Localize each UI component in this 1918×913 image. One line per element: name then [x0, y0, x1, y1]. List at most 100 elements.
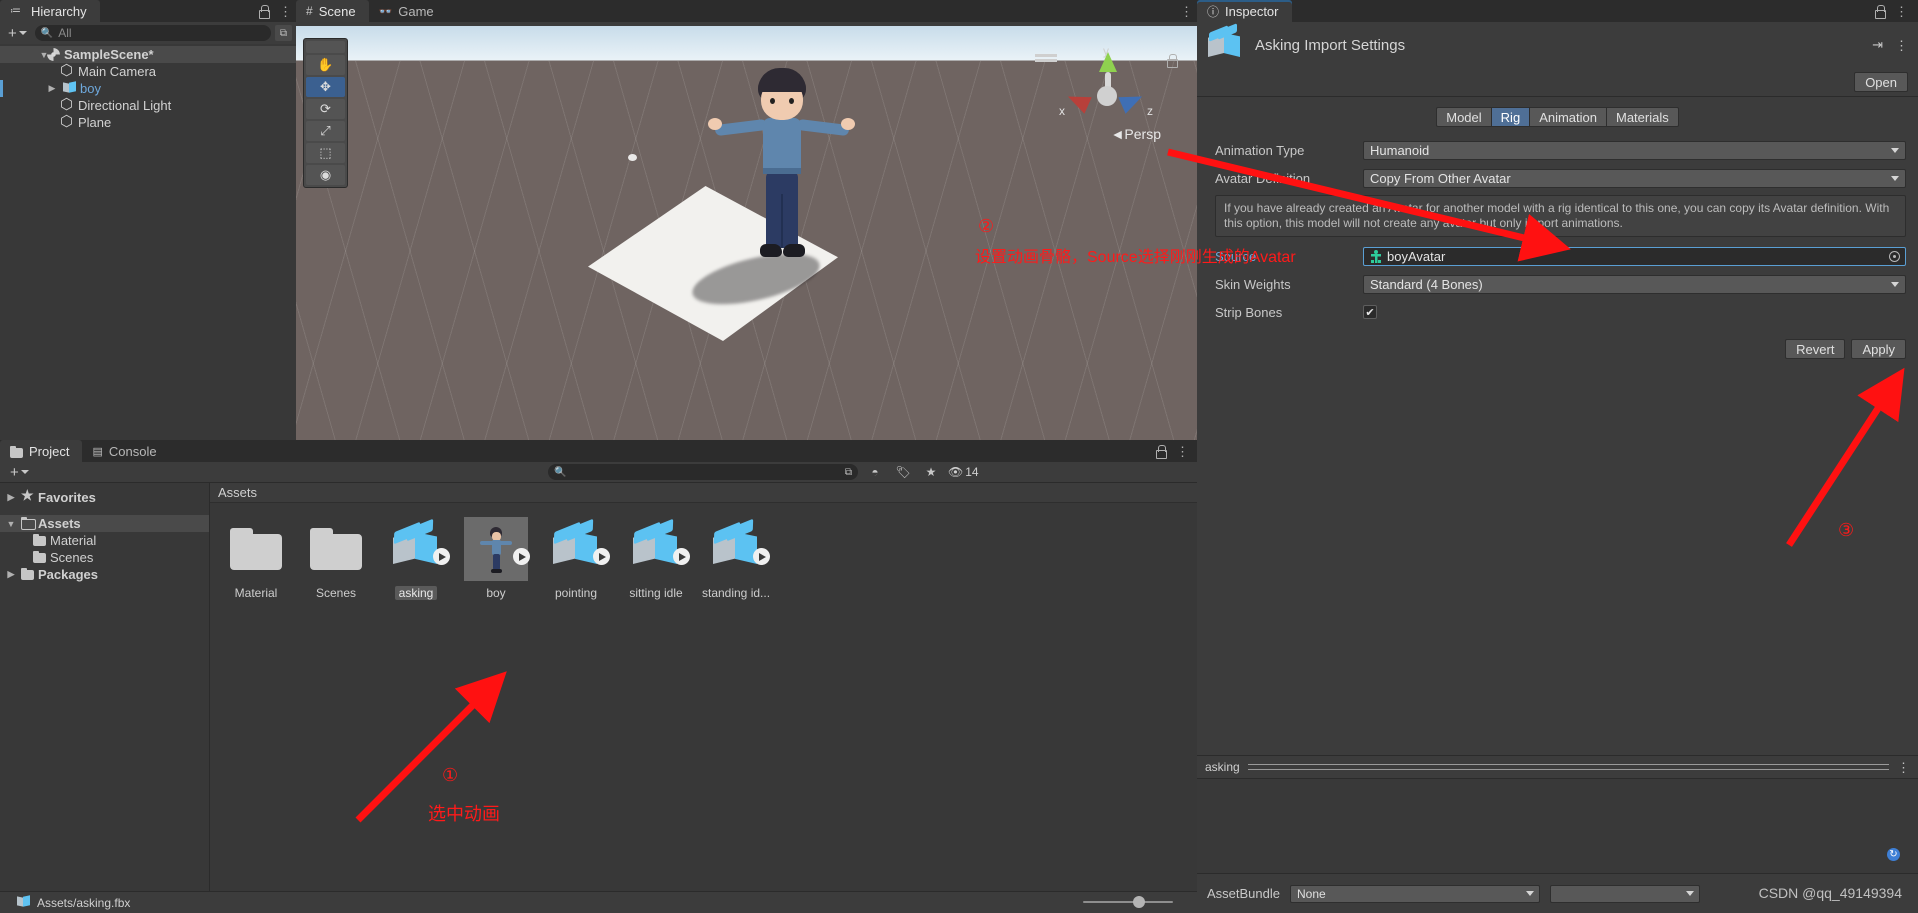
tab-scene[interactable]: # Scene [296, 0, 369, 22]
hierarchy-item-samplescene[interactable]: SampleScene* [0, 46, 296, 63]
preview-drag-handle[interactable] [1247, 764, 1889, 770]
hand-tool-button[interactable]: ✋ [306, 55, 345, 75]
chevron-down-icon[interactable] [5, 519, 17, 529]
notification-badge-icon[interactable]: ↻ [1887, 848, 1900, 861]
chevron-right-icon[interactable] [5, 492, 17, 503]
scene-menu-icon[interactable] [1180, 5, 1193, 18]
character-left-shoe [760, 244, 782, 257]
scale-tool-button[interactable]: ⤢ [306, 121, 345, 141]
project-tree-item-scenes[interactable]: Scenes [0, 549, 209, 566]
preview-asset-name: asking [1205, 760, 1240, 774]
inspector-preview-header: asking [1197, 755, 1918, 779]
hidden-objects-count[interactable]: 👁 14 [948, 465, 979, 479]
apply-button[interactable]: Apply [1851, 339, 1906, 359]
gizmo-z-axis[interactable] [1118, 88, 1146, 114]
hierarchy-item-boy[interactable]: boy [0, 80, 296, 97]
tab-model[interactable]: Model [1436, 107, 1491, 127]
tab-animation[interactable]: Animation [1529, 107, 1606, 127]
scene-persp-label[interactable]: ◄Persp [1111, 126, 1161, 142]
move-tool-button[interactable]: ✥ [306, 77, 345, 97]
hierarchy-item-main-camera[interactable]: Main Camera [0, 61, 296, 80]
lock-icon[interactable] [1874, 5, 1886, 19]
filter-by-label-icon[interactable]: 🏷 [892, 464, 914, 480]
animation-type-dropdown[interactable]: Humanoid [1363, 140, 1906, 160]
lock-icon[interactable] [1155, 445, 1167, 459]
project-search-input[interactable]: 🔍 ⧉ [548, 464, 858, 480]
hierarchy-expand-icon[interactable]: ⧉ [275, 25, 292, 41]
tab-rig[interactable]: Rig [1490, 107, 1530, 127]
gizmo-x-axis[interactable] [1064, 88, 1092, 114]
favorites-star-icon[interactable]: ★ [920, 464, 942, 480]
tab-materials[interactable]: Materials [1606, 107, 1679, 127]
tab-game[interactable]: 👓 Game [369, 0, 447, 22]
inspector-component-menu-icon[interactable] [1895, 39, 1908, 52]
gamepad-icon: 👓 [378, 5, 393, 18]
project-tab-actions [1155, 440, 1189, 462]
lock-icon[interactable] [258, 5, 270, 19]
asset-size-slider[interactable] [1083, 896, 1173, 908]
rotate-tool-button[interactable]: ⟳ [306, 99, 345, 119]
chevron-right-icon[interactable] [46, 83, 58, 94]
asset-item-asking[interactable]: asking [384, 517, 450, 600]
project-search-expand-icon[interactable]: ⧉ [840, 464, 857, 480]
play-preview-icon[interactable] [673, 548, 690, 565]
skin-weights-dropdown[interactable]: Standard (4 Bones) [1363, 274, 1906, 294]
tab-inspector[interactable]: ⓘ Inspector [1197, 0, 1292, 22]
annotation-label-1: 选中动画 [428, 804, 500, 824]
scene-overlay-lock-icon[interactable] [1166, 54, 1178, 69]
project-tree-item-packages[interactable]: Packages [0, 566, 209, 583]
open-button[interactable]: Open [1854, 72, 1908, 92]
cube-icon [60, 95, 75, 113]
inspector-preview-area[interactable] [1197, 779, 1918, 873]
gizmo-center[interactable] [1097, 86, 1117, 106]
hierarchy-item-plane[interactable]: Plane [0, 112, 296, 131]
object-picker-icon[interactable] [1889, 250, 1900, 262]
asset-thumbnail [544, 517, 610, 581]
rect-tool-button[interactable]: ⬚ [306, 143, 345, 163]
asset-item-boy[interactable]: boy [464, 517, 530, 600]
avatar-definition-dropdown[interactable]: Copy From Other Avatar [1363, 168, 1906, 188]
strip-bones-checkbox[interactable]: ✔ [1363, 305, 1377, 319]
source-object-field[interactable]: boyAvatar [1363, 246, 1906, 266]
play-preview-icon[interactable] [753, 548, 770, 565]
asset-item-pointing[interactable]: pointing [544, 517, 610, 600]
tab-console[interactable]: ▤ Console [82, 440, 169, 462]
inspector-action-buttons: Revert Apply [1197, 329, 1918, 359]
project-grid-breadcrumb[interactable]: Assets [210, 483, 1197, 503]
scene-overlay-menu-icon[interactable] [1035, 54, 1057, 57]
play-preview-icon[interactable] [433, 548, 450, 565]
assetbundle-name-dropdown[interactable]: None [1290, 884, 1540, 903]
hierarchy-add-button[interactable]: + [4, 25, 31, 42]
hierarchy-item-directional-light[interactable]: Directional Light [0, 95, 296, 114]
project-tree-item-favorites[interactable]: Favorites [0, 487, 209, 506]
gizmo-x-label: x [1059, 104, 1065, 118]
asset-item-standing-idle[interactable]: standing id... [702, 517, 770, 600]
project-add-button[interactable]: + [6, 464, 52, 481]
hierarchy-search-input[interactable]: 🔍 All [34, 25, 271, 41]
filter-by-type-icon[interactable]: ◓ [864, 464, 886, 480]
tab-project[interactable]: Project [0, 440, 83, 462]
play-preview-icon[interactable] [593, 548, 610, 565]
inspector-menu-icon[interactable] [1895, 5, 1908, 18]
asset-item-sitting-idle[interactable]: sitting idle [624, 517, 690, 600]
character-leg-split [781, 194, 783, 248]
chevron-down-icon [1686, 891, 1694, 896]
transform-tool-button[interactable]: ◉ [306, 165, 345, 185]
project-tree-item-assets[interactable]: Assets [0, 515, 209, 532]
preview-menu-icon[interactable] [1897, 761, 1910, 774]
project-tree-item-material[interactable]: Material [0, 532, 209, 549]
asset-item-material[interactable]: Material [224, 517, 288, 600]
asset-item-scenes[interactable]: Scenes [304, 517, 368, 600]
tab-hierarchy[interactable]: ≔ Hierarchy [0, 0, 100, 22]
project-menu-icon[interactable] [1176, 445, 1189, 458]
assetbundle-variant-dropdown[interactable] [1550, 884, 1700, 903]
revert-button[interactable]: Revert [1785, 339, 1846, 359]
avatar-definition-value: Copy From Other Avatar [1370, 170, 1511, 186]
play-preview-icon[interactable] [513, 548, 530, 565]
preset-icon[interactable]: ⇥ [1872, 37, 1883, 53]
character-model-boy[interactable] [708, 68, 855, 278]
chevron-right-icon[interactable] [5, 569, 17, 580]
tool-palette-handle[interactable] [306, 41, 345, 53]
scene-viewport[interactable]: ✋ ✥ ⟳ ⤢ ⬚ ◉ y x z ◄Persp [296, 26, 1197, 440]
hierarchy-menu-icon[interactable] [279, 5, 292, 18]
